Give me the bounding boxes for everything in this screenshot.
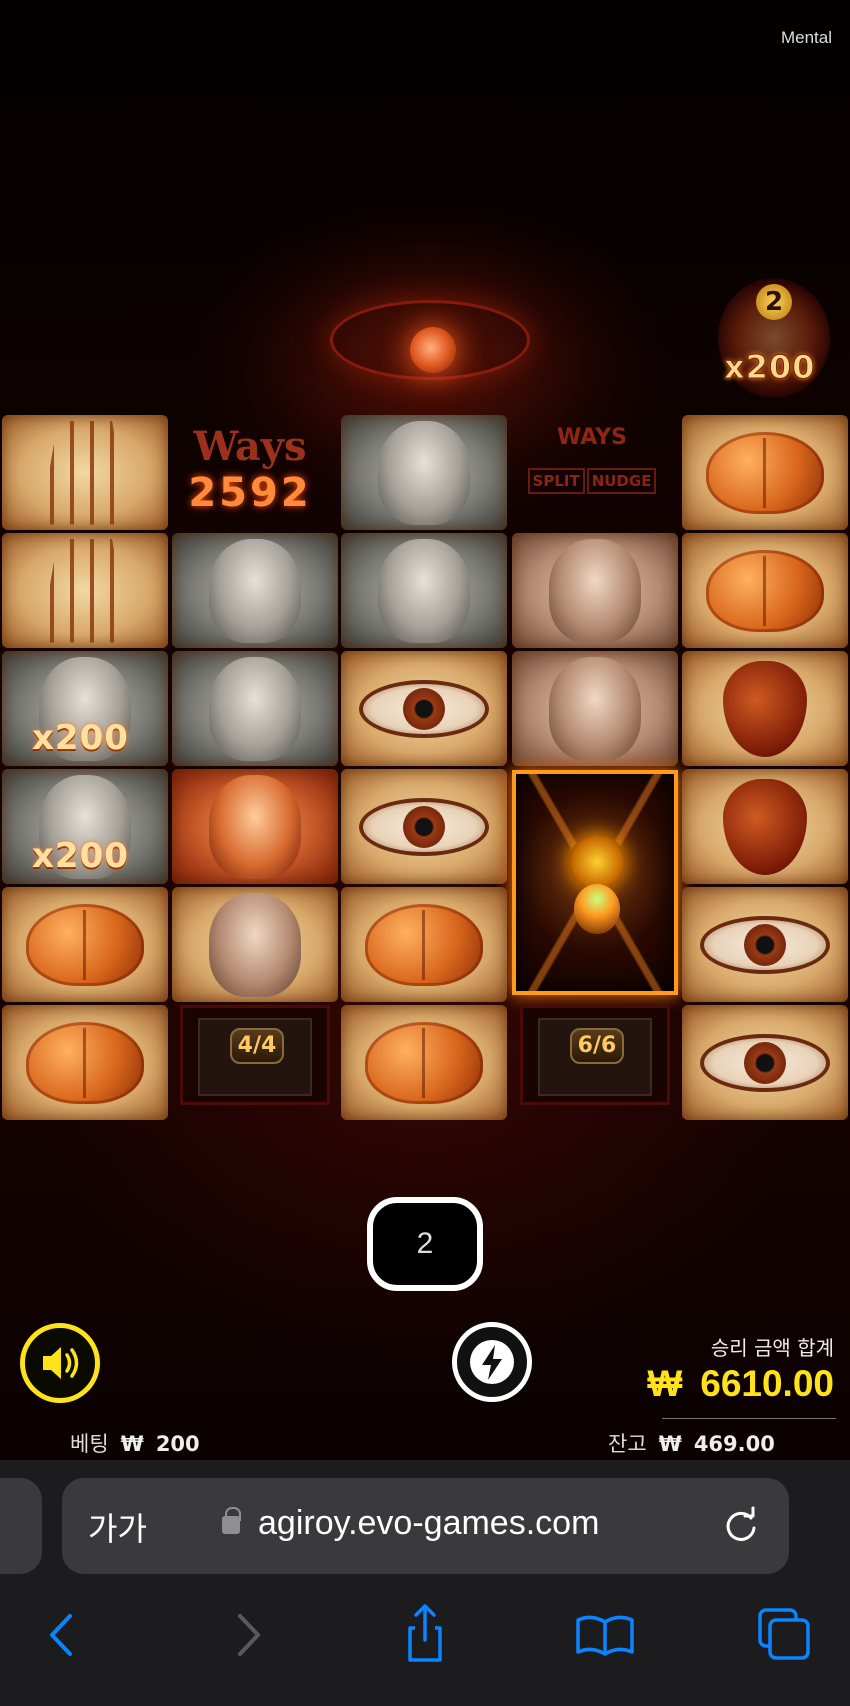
symbol-hand (2, 533, 168, 648)
symbol-bandaged (512, 651, 678, 766)
woman-face-icon (378, 420, 470, 525)
bet-info[interactable]: 베팅 ₩ 200 (70, 1428, 200, 1458)
symbol-brain (682, 533, 848, 648)
multiplier-badge: 2 x200 (718, 278, 830, 398)
sound-icon (43, 1347, 79, 1379)
symbol-woman (172, 651, 338, 766)
forward-icon[interactable] (212, 1600, 282, 1670)
ways-label: Ways (193, 423, 307, 470)
balance-amount: 469.00 (693, 1432, 775, 1456)
bald-man-face-icon (209, 774, 301, 879)
brain-icon (706, 431, 824, 514)
cell-multiplier: x200 (32, 718, 129, 758)
eye-icon (700, 915, 830, 974)
gagged-man-face-icon (209, 892, 301, 997)
brain-icon (26, 1021, 144, 1104)
blocker-counter: 6/6 (520, 1005, 670, 1105)
bandaged-face-icon (549, 656, 641, 761)
divider (662, 1418, 836, 1419)
reel-grid: Ways 2592 WAYS SPLIT NUDGE x200 x200 4/4… (0, 415, 850, 1120)
symbol-eye (682, 887, 848, 1002)
symbol-brain (341, 1005, 507, 1120)
multiplier-badge-count: 2 (756, 284, 792, 320)
url-text[interactable]: agiroy.evo-games.com (258, 1504, 599, 1543)
woman-face-icon (378, 538, 470, 643)
hand-icon (40, 538, 130, 643)
brain-icon (365, 1021, 483, 1104)
symbol-woman (341, 533, 507, 648)
bookmarks-icon[interactable] (570, 1600, 640, 1670)
blocker-counter-value: 4/4 (230, 1028, 284, 1064)
win-currency: ₩ (647, 1363, 683, 1404)
symbol-woman (172, 533, 338, 648)
bet-currency: ₩ (120, 1432, 144, 1456)
feature-indicator: WAYS SPLIT NUDGE (512, 415, 672, 530)
brain-icon (365, 903, 483, 986)
symbol-brain (2, 887, 168, 1002)
symbol-woman (341, 415, 507, 530)
woman-face-icon (209, 656, 301, 761)
sound-button[interactable] (20, 1323, 100, 1403)
share-icon[interactable] (390, 1600, 460, 1670)
symbol-heart (682, 769, 848, 884)
text-size-button[interactable]: 가가 (88, 1504, 147, 1550)
symbol-heart (682, 651, 848, 766)
bet-label: 베팅 (70, 1432, 109, 1456)
feature-nudge: NUDGE (586, 468, 657, 494)
tabs-icon[interactable] (750, 1600, 820, 1670)
ways-count: 2592 (188, 470, 312, 516)
cell-multiplier: x200 (32, 836, 129, 876)
game-title: Mental (780, 28, 832, 47)
symbol-woman-multiplier: x200 (2, 769, 168, 884)
bet-amount: 200 (155, 1432, 200, 1456)
heart-icon (723, 660, 807, 757)
woman-face-icon (209, 538, 301, 643)
balance-currency: ₩ (658, 1432, 682, 1456)
symbol-gagged-man (172, 887, 338, 1002)
game-area[interactable]: Mental 2 x200 Ways 2592 WAYS SPLIT NUDGE (0, 0, 850, 1460)
multiplier-badge-value: x200 (723, 348, 816, 387)
symbol-bald-man (172, 769, 338, 884)
address-bar[interactable]: 가가 agiroy.evo-games.com (62, 1478, 789, 1574)
total-win: ₩ 6610.00 (647, 1363, 834, 1405)
symbol-brain (682, 415, 848, 530)
brain-icon (26, 903, 144, 986)
symbol-woman-multiplier: x200 (2, 651, 168, 766)
blocker-counter-value: 6/6 (570, 1028, 624, 1064)
symbol-bandaged (512, 533, 678, 648)
balance-label: 잔고 (608, 1432, 647, 1456)
symbol-brain (341, 887, 507, 1002)
heart-icon (723, 778, 807, 875)
turbo-button[interactable] (452, 1322, 532, 1402)
symbol-eye (341, 769, 507, 884)
brain-icon (706, 549, 824, 632)
turbo-icon (470, 1340, 514, 1384)
total-win-label: 승리 금액 합계 (710, 1336, 834, 1360)
blocker-counter: 4/4 (180, 1005, 330, 1105)
browser-toolbar: 가가 agiroy.evo-games.com (0, 1460, 850, 1706)
bandaged-face-icon (549, 538, 641, 643)
spins-remaining: 2 (367, 1197, 483, 1291)
lock-icon (222, 1507, 241, 1534)
symbol-hand (2, 415, 168, 530)
previous-tab[interactable] (0, 1478, 42, 1574)
feature-ways: WAYS (557, 425, 627, 450)
glowing-orb (410, 327, 456, 373)
eye-icon (359, 679, 489, 738)
hand-icon (40, 420, 130, 525)
symbol-eye (682, 1005, 848, 1120)
symbol-spider-wild (512, 770, 678, 995)
symbol-eye (341, 651, 507, 766)
balance-info: 잔고 ₩ 469.00 (608, 1428, 775, 1458)
eye-icon (359, 797, 489, 856)
symbol-brain (2, 1005, 168, 1120)
back-icon[interactable] (28, 1600, 98, 1670)
spider-icon (569, 834, 625, 890)
browser-nav (0, 1600, 850, 1680)
win-amount: 6610.00 (700, 1363, 834, 1404)
feature-split: SPLIT (527, 468, 585, 494)
ways-display: Ways 2592 (170, 415, 330, 530)
eye-icon (700, 1033, 830, 1092)
reload-icon[interactable] (719, 1504, 763, 1548)
